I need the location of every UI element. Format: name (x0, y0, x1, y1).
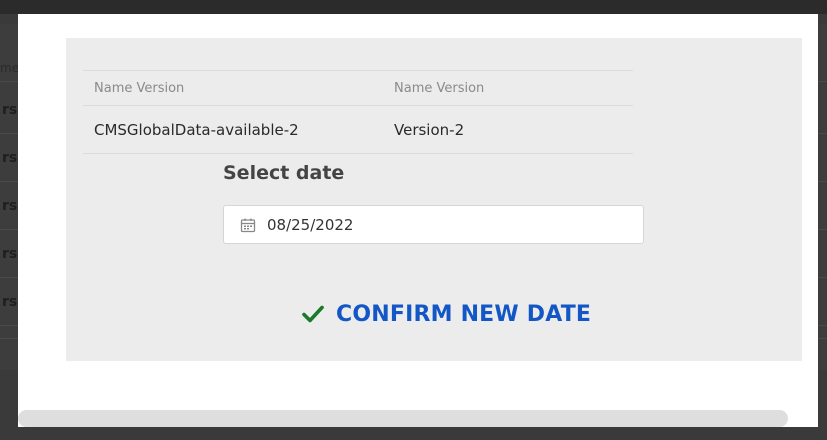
change-date-modal: × Name Version Name Version CMSGlobalDat… (18, 14, 818, 427)
table-row: CMSGlobalData-available-2 Version-2 (83, 106, 633, 154)
version-table: Name Version Name Version CMSGlobalData-… (83, 70, 633, 154)
calendar-icon[interactable] (240, 217, 256, 233)
background-topbar (0, 0, 827, 14)
column-header-name: Name Version (94, 80, 185, 96)
select-date-label: Select date (223, 162, 345, 184)
horizontal-scrollbar[interactable] (18, 410, 788, 427)
cell-name: CMSGlobalData-available-2 (94, 120, 299, 139)
confirm-new-date-button[interactable]: CONFIRM NEW DATE (302, 298, 591, 330)
check-icon (302, 304, 324, 324)
modal-content-panel: Name Version Name Version CMSGlobalData-… (66, 38, 802, 361)
column-header-version: Name Version (394, 80, 485, 96)
date-input[interactable]: 08/25/2022 (223, 205, 644, 244)
version-table-header: Name Version Name Version (83, 70, 633, 106)
date-value: 08/25/2022 (267, 215, 354, 234)
cell-version: Version-2 (394, 120, 465, 139)
confirm-new-date-label: CONFIRM NEW DATE (336, 301, 592, 327)
